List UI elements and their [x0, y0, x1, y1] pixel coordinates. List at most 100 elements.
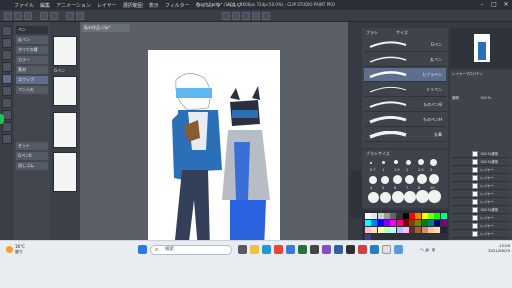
color-swatch[interactable] [377, 227, 384, 233]
brush-entry[interactable]: ミリペン [364, 83, 446, 97]
brush-size-dot[interactable] [428, 190, 441, 203]
brush-size-dot[interactable] [369, 176, 377, 184]
close-button[interactable]: ✕ [502, 1, 510, 9]
brush-tab-label[interactable]: ブラシ [366, 30, 378, 36]
brush-size-dot[interactable] [404, 191, 416, 203]
perspective-icon[interactable] [262, 12, 270, 20]
brush-entry[interactable]: Gペン [364, 38, 446, 52]
brush-size-dot[interactable] [381, 176, 389, 184]
color-swatch[interactable] [371, 213, 378, 219]
subtool-item[interactable]: 消しゴム [16, 162, 48, 170]
brush-entry[interactable]: 丸筆 [364, 128, 446, 142]
color-swatch[interactable] [365, 213, 371, 219]
fill-tool-icon[interactable] [2, 122, 12, 132]
color-swatch[interactable] [383, 227, 390, 233]
color-swatch[interactable] [421, 220, 428, 226]
color-swatch[interactable] [434, 213, 441, 219]
discord-icon[interactable] [322, 245, 331, 254]
color-wheel-panel[interactable] [350, 170, 362, 218]
redo-icon[interactable] [50, 12, 58, 20]
layer-row[interactable]: レイヤー [452, 198, 510, 206]
color-swatch[interactable] [402, 227, 409, 233]
gradient-tool-icon[interactable] [2, 134, 12, 144]
color-swatch[interactable] [396, 213, 403, 219]
layer-row[interactable]: レイヤー [452, 182, 510, 190]
brush-entry-selected[interactable]: カブラペン [364, 68, 446, 82]
color-swatch[interactable] [415, 220, 422, 226]
color-swatch[interactable] [434, 220, 441, 226]
brush-size-dot[interactable] [380, 192, 391, 203]
color-swatch[interactable] [409, 227, 416, 233]
color-swatch[interactable] [396, 220, 403, 226]
clip-studio-icon[interactable] [334, 245, 343, 254]
snap-grid-icon[interactable] [242, 12, 250, 20]
layer-row[interactable]: 100 %通常 [452, 206, 510, 214]
brush-entry[interactable]: ものペンB [364, 98, 446, 112]
brush-size-dot[interactable] [394, 160, 398, 164]
color-swatch[interactable] [390, 220, 397, 226]
color-swatch[interactable] [371, 227, 378, 233]
color-swatch[interactable] [428, 220, 434, 226]
subtool-item[interactable]: スワップ [16, 76, 48, 84]
color-swatch[interactable] [440, 227, 447, 233]
layer-row[interactable]: 100 %通常 [452, 150, 510, 158]
new-icon[interactable] [4, 12, 12, 20]
snap-ruler-icon[interactable] [232, 12, 240, 20]
subtool-item[interactable]: セット [16, 142, 48, 150]
layer-row[interactable]: レイヤー [452, 222, 510, 230]
eyedropper-tool-icon[interactable] [2, 62, 12, 72]
taskbar-search[interactable]: 検索 [150, 245, 232, 255]
color-swatch[interactable] [365, 227, 371, 233]
subtool-item[interactable]: すべての種 [16, 46, 48, 54]
fill-icon[interactable] [76, 12, 84, 20]
opacity-value[interactable]: 100 % [480, 96, 491, 100]
color-swatch[interactable] [396, 227, 403, 233]
color-swatch[interactable] [421, 213, 428, 219]
color-swatch[interactable] [440, 213, 447, 219]
layer-row[interactable]: レイヤー [452, 190, 510, 198]
brush-size-dot[interactable] [405, 175, 414, 184]
minimize-button[interactable]: – [478, 1, 486, 9]
brush-size-dot[interactable] [370, 162, 372, 164]
menu-filter[interactable]: フィルター [165, 2, 190, 9]
snap-icon[interactable] [222, 12, 230, 20]
brush-size-dot[interactable] [429, 174, 439, 184]
zoom-tool-icon[interactable] [2, 26, 12, 36]
clock[interactable]: 13:09 2021/06/29 [470, 243, 510, 253]
brush-size-dot[interactable] [392, 191, 404, 203]
maximize-button[interactable]: □ [490, 1, 498, 9]
color-swatch[interactable] [377, 213, 384, 219]
brush-preview-thumb[interactable] [53, 152, 77, 192]
brush-size-dot[interactable] [382, 161, 385, 164]
brush-entry[interactable]: ものペンH [364, 113, 446, 127]
navigator-panel[interactable] [450, 28, 512, 68]
start-icon[interactable] [138, 245, 147, 254]
color-swatch[interactable] [415, 227, 422, 233]
color-swatch[interactable] [409, 220, 416, 226]
undo-icon[interactable] [40, 12, 48, 20]
app-icon[interactable] [310, 245, 319, 254]
select-tool-icon[interactable] [2, 50, 12, 60]
color-swatch[interactable] [415, 213, 422, 219]
color-swatch[interactable] [428, 213, 434, 219]
color-swatch[interactable] [377, 220, 384, 226]
subtool-item[interactable]: ペン入れ [16, 86, 48, 94]
file-explorer-icon[interactable] [250, 245, 259, 254]
save-icon[interactable] [24, 12, 32, 20]
subtool-item[interactable]: GペンK [16, 152, 48, 160]
pen-tool-icon[interactable] [2, 74, 12, 84]
menu-edit[interactable]: 編集 [40, 2, 50, 9]
store-icon[interactable] [286, 245, 295, 254]
edge-icon[interactable] [262, 245, 271, 254]
brush-entry[interactable]: 丸ペン [364, 53, 446, 67]
brush-preview-thumb[interactable] [53, 76, 77, 106]
app-icon[interactable] [394, 245, 403, 254]
color-swatch[interactable] [371, 220, 378, 226]
layer-row[interactable]: 100 %通常 [452, 158, 510, 166]
app-icon[interactable] [382, 245, 391, 254]
brush-tool-icon[interactable] [2, 98, 12, 108]
canvas-paper[interactable] [148, 50, 280, 250]
subtool-item[interactable]: 素材 [16, 66, 48, 74]
color-swatch[interactable] [428, 227, 434, 233]
app-icon[interactable] [298, 245, 307, 254]
